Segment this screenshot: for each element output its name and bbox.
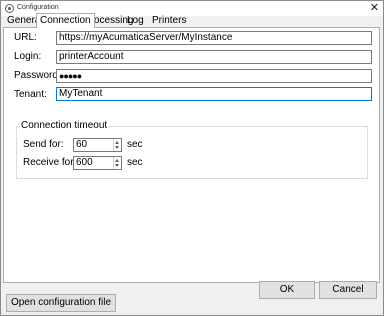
receive-for-spinner[interactable] [113, 157, 121, 169]
tab-printers[interactable]: Printers [149, 15, 189, 27]
spin-down-icon[interactable] [115, 164, 119, 167]
ok-button[interactable]: OK [259, 281, 315, 299]
url-label: URL: [14, 32, 37, 43]
close-icon[interactable]: ✕ [370, 2, 379, 14]
url-field[interactable]: https://myAcumaticaServer/MyInstance [56, 31, 372, 45]
spin-down-icon[interactable] [115, 146, 119, 149]
spin-up-icon[interactable] [115, 141, 119, 144]
receive-for-unit: sec [127, 157, 143, 168]
send-for-spinner[interactable] [113, 139, 121, 151]
window-title: Configuration [17, 4, 59, 11]
tab-log[interactable]: Log [124, 15, 147, 27]
password-label: Password: [14, 70, 61, 81]
send-for-unit: sec [127, 139, 143, 150]
send-for-stepper[interactable]: 60 [73, 138, 122, 152]
tenant-field[interactable]: MyTenant [56, 87, 372, 101]
receive-for-value: 600 [76, 157, 93, 168]
app-icon [5, 4, 14, 13]
login-label: Login: [14, 51, 42, 62]
send-for-value: 60 [76, 139, 88, 150]
password-field[interactable]: ●●●●● [56, 69, 372, 83]
spin-up-icon[interactable] [115, 159, 119, 162]
tab-connection[interactable]: Connection [36, 13, 95, 28]
tenant-label: Tenant: [14, 89, 47, 100]
connection-panel: URL: https://myAcumaticaServer/MyInstanc… [3, 27, 380, 283]
login-field[interactable]: printerAccount [56, 50, 372, 64]
receive-for-stepper[interactable]: 600 [73, 156, 122, 170]
send-for-label: Send for: [23, 139, 64, 150]
cancel-button[interactable]: Cancel [319, 281, 377, 299]
open-configuration-file-button[interactable]: Open configuration file [6, 294, 116, 312]
connection-timeout-group: Connection timeout Send for: 60 sec Rece… [16, 120, 368, 179]
receive-for-label: Receive for: [23, 157, 77, 168]
tab-strip: General Connection Processing Log Printe… [1, 13, 383, 28]
configuration-window: Configuration ✕ General Connection Proce… [0, 0, 384, 316]
connection-timeout-title: Connection timeout [20, 120, 109, 132]
